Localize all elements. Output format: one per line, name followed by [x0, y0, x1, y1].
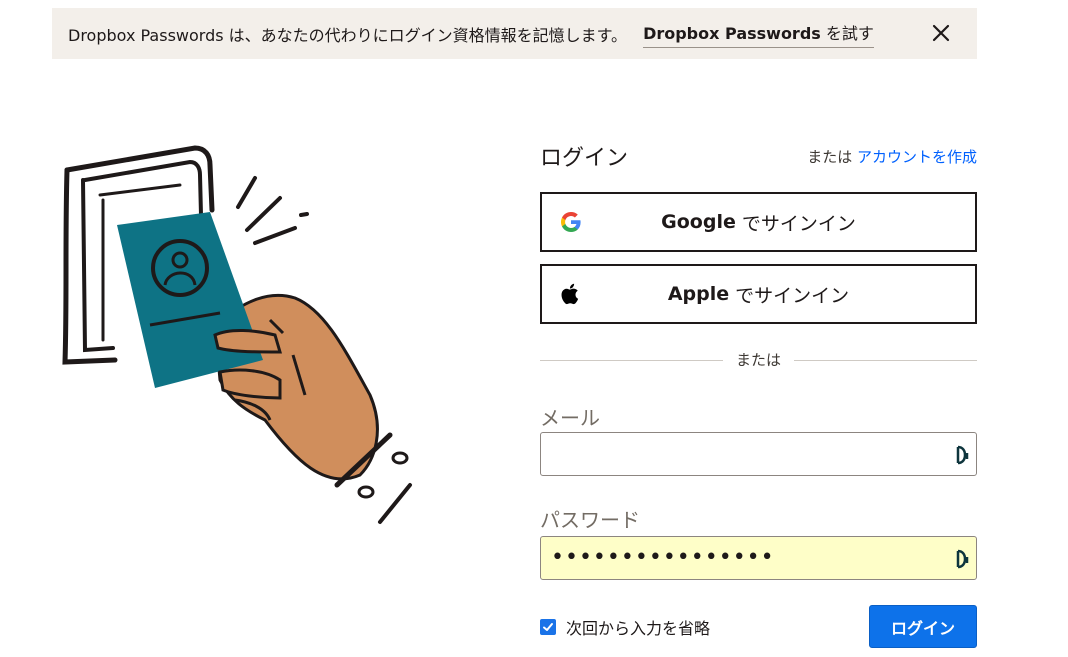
google-icon [561, 212, 581, 232]
create-account-link[interactable]: アカウントを作成 [857, 148, 977, 166]
or-divider: または [540, 349, 977, 369]
close-icon[interactable] [929, 21, 953, 45]
apple-signin-button[interactable]: Apple でサインイン [540, 264, 977, 324]
password-field[interactable]: •••••••••••••••• [540, 536, 977, 580]
remember-me[interactable]: 次回から入力を省略 [540, 615, 710, 639]
google-brand: Google [661, 211, 736, 233]
check-icon [543, 623, 553, 631]
banner-link-suffix: を試す [825, 23, 874, 43]
google-suffix: でサインイン [741, 212, 856, 235]
login-submit-button[interactable]: ログイン [869, 605, 977, 648]
login-title: ログイン [540, 146, 629, 171]
email-field[interactable] [540, 432, 977, 476]
create-account-line: または アカウントを作成 [807, 146, 977, 167]
apple-suffix: でサインイン [735, 284, 850, 307]
banner-message: Dropbox Passwords は、あなたの代わりにログイン資格情報を記憶し… [68, 25, 628, 45]
or-prefix: または [807, 148, 853, 166]
dashlane-icon[interactable] [956, 445, 970, 465]
remember-label: 次回から入力を省略 [566, 619, 711, 638]
try-passwords-link[interactable]: Dropbox Passwords を試す [643, 20, 874, 48]
password-label: パスワード [540, 508, 640, 532]
login-illustration [62, 145, 412, 524]
promo-banner: Dropbox Passwords は、あなたの代わりにログイン資格情報を記憶し… [52, 8, 977, 59]
remember-checkbox[interactable] [540, 619, 556, 635]
google-signin-button[interactable]: Google でサインイン [540, 192, 977, 252]
apple-icon [561, 283, 579, 305]
apple-brand: Apple [667, 283, 730, 305]
email-label: メール [540, 406, 600, 430]
divider-line-right [794, 360, 977, 361]
dashlane-icon[interactable] [956, 549, 970, 569]
banner-link-brand: Dropbox Passwords [643, 23, 821, 43]
password-value: •••••••••••••••• [551, 545, 775, 570]
